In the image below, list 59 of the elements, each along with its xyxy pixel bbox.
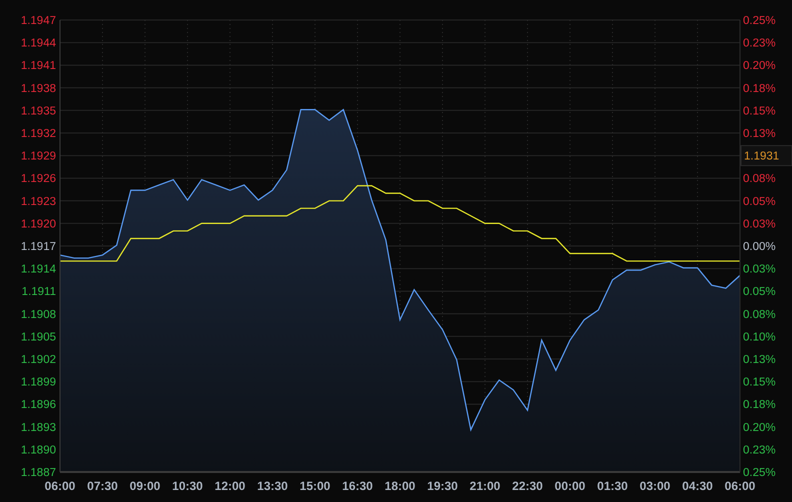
y-axis-label: 1.1926 [20,173,56,186]
percent-label: 0.08% [743,308,776,321]
percent-label: 0.00% [743,241,776,253]
percent-label: 0.20% [743,422,776,434]
percent-label: 0.23% [743,38,776,50]
x-axis-label: 19:30 [427,479,458,493]
percent-label: 0.23% [743,444,776,456]
y-axis-label: 1.1920 [20,218,56,230]
percent-label: 0.03% [743,264,776,276]
percent-label: 0.20% [743,60,776,72]
percent-label: 0.15% [743,376,776,389]
x-axis-label: 03:00 [640,479,670,493]
percent-label: 0.10% [743,331,776,344]
y-axis-label: 1.1893 [20,422,56,434]
percent-label: 0.03% [743,218,776,230]
y-axis-label: 1.1911 [22,286,56,298]
y-axis-label: 1.1935 [20,105,56,118]
y-axis-label: 1.1896 [20,399,56,412]
y-axis-label: 1.1905 [20,331,56,344]
x-axis-label: 04:30 [682,479,713,493]
x-axis-label: 22:30 [512,479,543,493]
y-axis-label: 1.1914 [20,264,56,276]
percent-label: 0.25% [743,15,776,27]
y-axis-label: 1.1941 [20,60,56,72]
y-axis-label: 1.1944 [20,38,56,50]
y-axis-label: 1.1890 [20,444,56,456]
percent-label: 0.08% [743,173,776,186]
x-axis-label: 00:00 [554,479,586,493]
percent-label: 0.18% [743,399,776,412]
x-axis-label: 18:00 [384,479,416,493]
percent-label: 0.05% [743,286,776,298]
y-axis-label: 1.1908 [20,308,56,321]
y-axis-label: 1.1929 [20,150,56,163]
x-axis-label: 21:00 [470,479,500,493]
y-axis-label: 1.1887 [20,467,56,479]
percent-label: 0.25% [743,467,776,479]
x-axis-label: 10:30 [172,479,203,493]
percent-label: 0.13% [743,354,776,366]
x-axis-label: 12:00 [214,479,246,493]
y-axis-label: 1.1902 [20,354,56,366]
percent-label: 0.05% [743,196,776,208]
y-axis-label: 1.1917 [20,241,56,253]
x-axis-label: 15:00 [300,479,330,493]
y-axis-label: 1.1947 [20,15,56,27]
y-axis-label: 1.1899 [20,376,56,389]
x-axis-label: 06:00 [44,479,76,493]
x-axis-label: 13:30 [257,479,288,493]
y-axis-label: 1.1923 [20,196,56,208]
percent-label: 0.15% [743,105,776,118]
percent-label: 0.18% [743,82,776,95]
x-axis-label: 09:00 [130,479,160,493]
x-axis-label: 06:00 [724,479,756,493]
price-marker: 1.1931 [740,145,792,166]
y-axis-label: 1.1932 [20,128,56,140]
y-axis-label: 1.1938 [20,82,56,95]
x-axis-label: 01:30 [597,479,628,493]
x-axis-label: 07:30 [87,479,118,493]
x-axis-label: 16:30 [342,479,373,493]
percent-label: 0.13% [743,128,776,140]
